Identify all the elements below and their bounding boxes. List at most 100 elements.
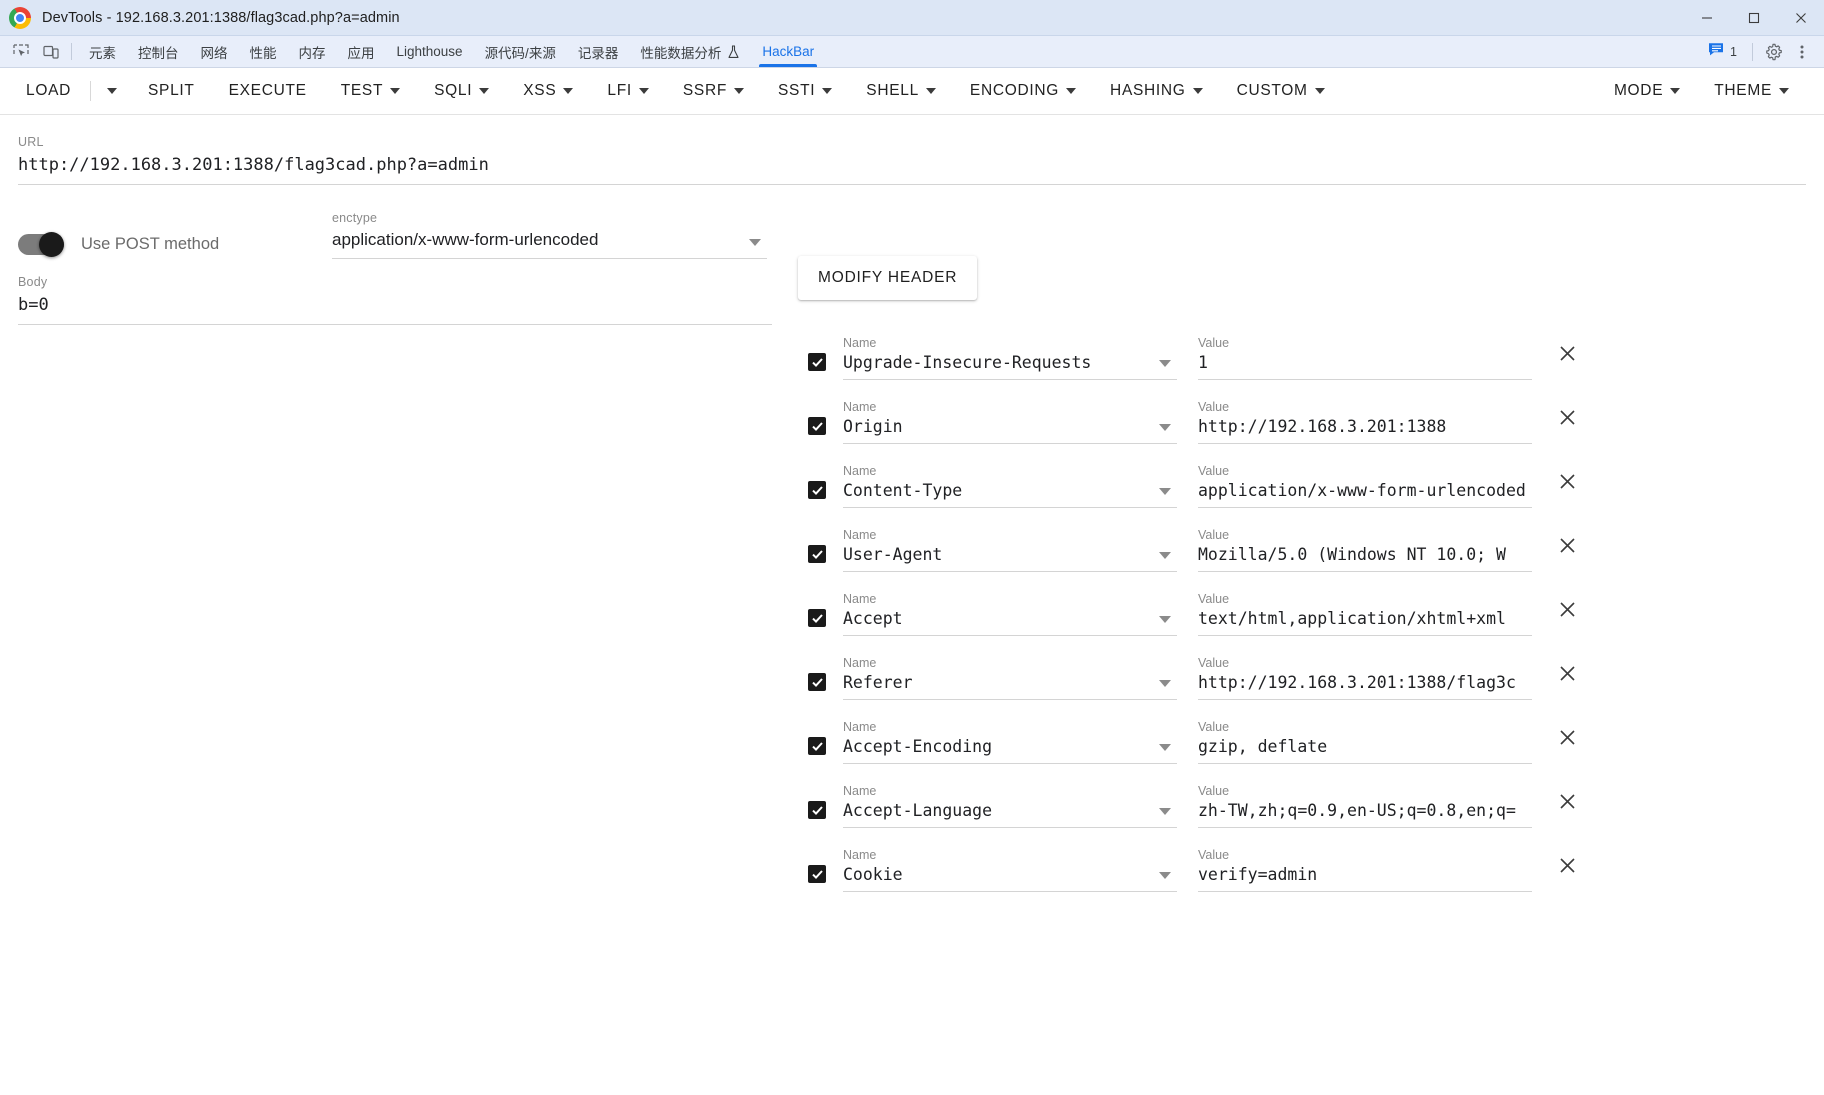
url-input[interactable]: http://192.168.3.201:1388/flag3cad.php?a…	[18, 149, 1806, 185]
header-name-select[interactable]: User-Agent	[843, 542, 1177, 572]
chevron-down-icon	[822, 88, 833, 94]
tab-performance-insights[interactable]: 性能数据分析	[629, 36, 751, 67]
tab-elements[interactable]: 元素	[78, 36, 127, 67]
menu-label: TEST	[340, 82, 384, 99]
header-enabled-checkbox[interactable]	[808, 353, 826, 371]
hackbar-lfi-menu[interactable]: LFI	[590, 68, 666, 114]
remove-header-icon[interactable]	[1554, 532, 1580, 558]
header-name-select[interactable]: Accept-Language	[843, 798, 1177, 828]
header-value-input[interactable]: zh-TW,zh;q=0.9,en-US;q=0.8,en;q=	[1198, 798, 1532, 828]
hackbar-ssrf-menu[interactable]: SSRF	[666, 68, 761, 114]
header-value-label: Value	[1198, 464, 1230, 478]
use-post-method-label: Use POST method	[81, 235, 220, 253]
header-value-label: Value	[1198, 336, 1230, 350]
tab-network[interactable]: 网络	[190, 36, 239, 67]
header-name-field: Name Content-Type	[843, 464, 1177, 508]
tab-memory[interactable]: 内存	[288, 36, 337, 67]
header-name-select[interactable]: Accept-Encoding	[843, 734, 1177, 764]
header-value-field: Value application/x-www-form-urlencoded	[1198, 464, 1532, 508]
inspect-element-icon[interactable]	[6, 36, 36, 67]
modify-header-button[interactable]: MODIFY HEADER	[798, 256, 978, 300]
remove-header-icon[interactable]	[1554, 340, 1580, 366]
tab-recorder[interactable]: 记录器	[567, 36, 630, 67]
use-post-method-toggle[interactable]	[18, 232, 64, 257]
header-name-select[interactable]: Accept	[843, 606, 1177, 636]
chevron-down-icon	[1314, 88, 1325, 94]
toggle-knob	[39, 232, 64, 257]
gear-icon[interactable]	[1760, 38, 1788, 66]
hackbar-sqli-menu[interactable]: SQLI	[417, 68, 506, 114]
header-name-select[interactable]: Cookie	[843, 862, 1177, 892]
minimize-button[interactable]	[1683, 0, 1730, 36]
device-toolbar-icon[interactable]	[36, 36, 66, 67]
header-value-label: Value	[1198, 592, 1230, 606]
header-value-input[interactable]: gzip, deflate	[1198, 734, 1532, 764]
header-name-select[interactable]: Referer	[843, 670, 1177, 700]
hackbar-theme-menu[interactable]: THEME	[1697, 68, 1806, 114]
hackbar-execute-button[interactable]: EXECUTE	[212, 68, 324, 114]
chevron-down-icon	[1159, 808, 1171, 815]
hackbar-shell-menu[interactable]: SHELL	[849, 68, 953, 114]
tab-console[interactable]: 控制台	[127, 36, 190, 67]
hackbar-mode-menu[interactable]: MODE	[1597, 68, 1697, 114]
header-name-select[interactable]: Upgrade-Insecure-Requests	[843, 350, 1177, 380]
header-name-value: Accept-Encoding	[843, 737, 993, 756]
header-enabled-checkbox[interactable]	[808, 865, 826, 883]
remove-header-icon[interactable]	[1554, 468, 1580, 494]
chevron-down-icon	[1779, 88, 1789, 94]
hackbar-load-dropdown[interactable]	[93, 68, 131, 114]
header-enabled-checkbox[interactable]	[808, 417, 826, 435]
hackbar-xss-menu[interactable]: XSS	[506, 68, 590, 114]
header-row: Name Origin Value http://192.168.3.201:1…	[794, 380, 1814, 444]
header-name-field: Name Referer	[843, 656, 1177, 700]
remove-header-icon[interactable]	[1554, 852, 1580, 878]
tab-sources[interactable]: 源代码/来源	[474, 36, 567, 67]
header-enabled-checkbox[interactable]	[808, 737, 826, 755]
more-options-icon[interactable]	[1788, 38, 1816, 66]
tab-lighthouse[interactable]: Lighthouse	[386, 36, 474, 67]
header-value-input[interactable]: text/html,application/xhtml+xml	[1198, 606, 1532, 636]
tab-application[interactable]: 应用	[337, 36, 386, 67]
tab-hackbar[interactable]: HackBar	[751, 36, 825, 67]
header-name-value: Origin	[843, 417, 903, 436]
close-button[interactable]	[1777, 0, 1824, 36]
remove-header-icon[interactable]	[1554, 788, 1580, 814]
header-enabled-checkbox[interactable]	[808, 545, 826, 563]
hackbar-encoding-menu[interactable]: ENCODING	[953, 68, 1093, 114]
header-value-input[interactable]: application/x-www-form-urlencoded	[1198, 478, 1532, 508]
url-field-group: URL http://192.168.3.201:1388/flag3cad.p…	[0, 115, 1824, 185]
header-name-select[interactable]: Origin	[843, 414, 1177, 444]
header-value-field: Value text/html,application/xhtml+xml	[1198, 592, 1532, 636]
header-name-label: Name	[843, 464, 877, 478]
body-input[interactable]: b=0	[18, 289, 772, 325]
header-value-input[interactable]: Mozilla/5.0 (Windows NT 10.0; W	[1198, 542, 1532, 572]
hackbar-load-button[interactable]: LOAD	[18, 68, 88, 114]
remove-header-icon[interactable]	[1554, 596, 1580, 622]
header-name-field: Name Accept-Encoding	[843, 720, 1177, 764]
menu-label: EXECUTE	[228, 82, 307, 99]
tab-label: 控制台	[138, 45, 179, 61]
remove-header-icon[interactable]	[1554, 404, 1580, 430]
header-enabled-checkbox[interactable]	[808, 609, 826, 627]
header-enabled-checkbox[interactable]	[808, 673, 826, 691]
hackbar-split-button[interactable]: SPLIT	[131, 68, 212, 114]
chevron-down-icon	[1159, 360, 1171, 367]
header-value-input[interactable]: http://192.168.3.201:1388/flag3c	[1198, 670, 1532, 700]
hackbar-test-menu[interactable]: TEST	[324, 68, 417, 114]
header-value-input[interactable]: 1	[1198, 350, 1532, 380]
tab-performance[interactable]: 性能	[239, 36, 288, 67]
header-enabled-checkbox[interactable]	[808, 801, 826, 819]
header-name-select[interactable]: Content-Type	[843, 478, 1177, 508]
devtools-tab-strip: 元素 控制台 网络 性能 内存 应用 Lighthouse 源代码/来源 记录器…	[0, 36, 1824, 68]
header-value-input[interactable]: verify=admin	[1198, 862, 1532, 892]
hackbar-custom-menu[interactable]: CUSTOM	[1220, 68, 1342, 114]
header-enabled-checkbox[interactable]	[808, 481, 826, 499]
hackbar-hashing-menu[interactable]: HASHING	[1093, 68, 1220, 114]
enctype-select[interactable]: application/x-www-form-urlencoded	[332, 225, 767, 259]
issues-counter[interactable]: 1	[1700, 41, 1745, 62]
hackbar-ssti-menu[interactable]: SSTI	[761, 68, 849, 114]
maximize-button[interactable]	[1730, 0, 1777, 36]
remove-header-icon[interactable]	[1554, 724, 1580, 750]
header-value-input[interactable]: http://192.168.3.201:1388	[1198, 414, 1532, 444]
remove-header-icon[interactable]	[1554, 660, 1580, 686]
